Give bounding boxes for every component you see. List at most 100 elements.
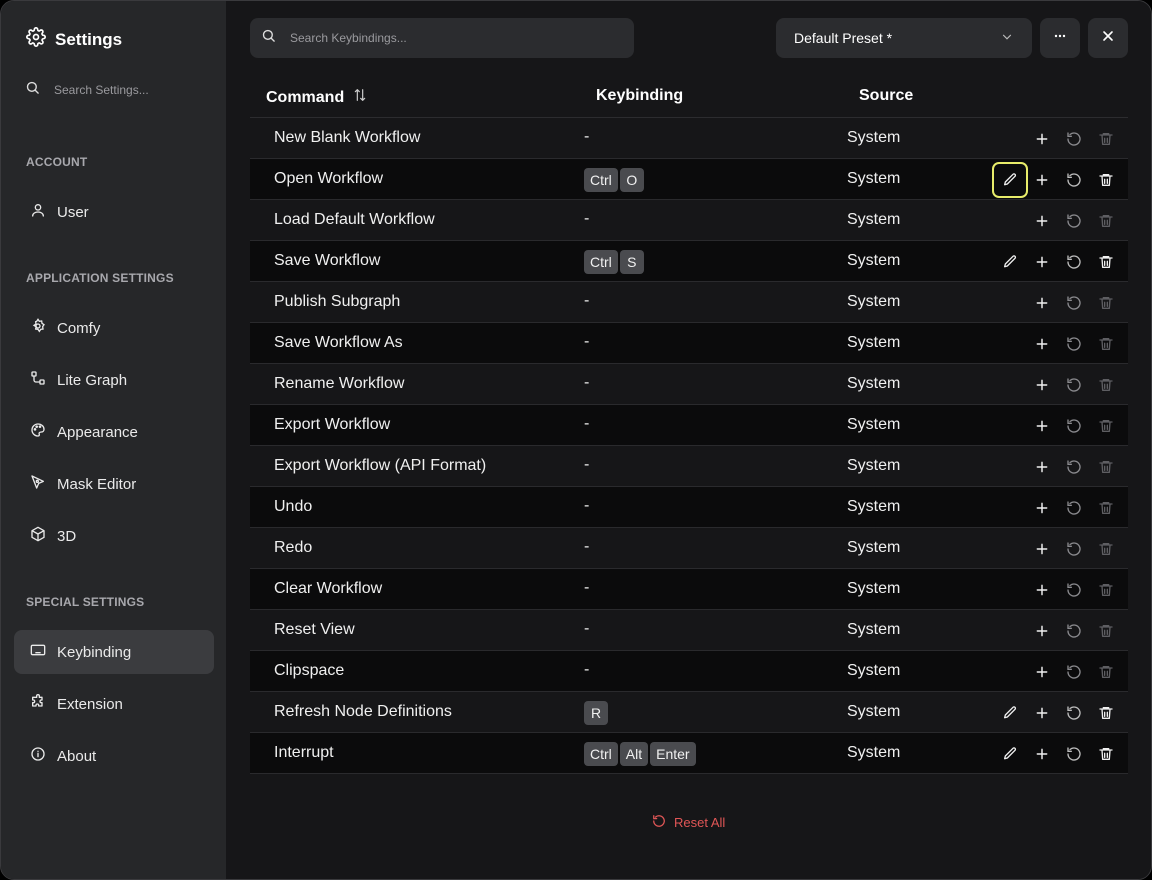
delete-keybinding-button[interactable] [1090,697,1122,729]
plus-icon [1034,500,1050,516]
reset-keybinding-button[interactable] [1058,123,1090,155]
table-row[interactable]: Export Workflow - System [250,405,1128,446]
table-row[interactable]: Rename Workflow - System [250,364,1128,405]
reset-keybinding-button[interactable] [1058,738,1090,770]
add-keybinding-button[interactable] [1026,451,1058,483]
table-row[interactable]: Redo - System [250,528,1128,569]
table-row[interactable]: Export Workflow (API Format) - System [250,446,1128,487]
source-cell: System [847,498,901,515]
table-row[interactable]: Clear Workflow - System [250,569,1128,610]
trash-icon [1098,377,1114,393]
delete-keybinding-button[interactable] [1090,246,1122,278]
reset-keybinding-button[interactable] [1058,287,1090,319]
reset-icon [1066,500,1082,516]
settings-search-input[interactable] [54,83,204,97]
reset-keybinding-button[interactable] [1058,656,1090,688]
add-keybinding-button[interactable] [1026,328,1058,360]
add-keybinding-button[interactable] [1026,205,1058,237]
reset-keybinding-button[interactable] [1058,492,1090,524]
plus-icon [1034,746,1050,762]
edit-keybinding-button[interactable] [994,738,1026,770]
sidebar-title: Settings [55,29,123,49]
table-row[interactable]: Refresh Node Definitions R System [250,692,1128,733]
settings-search[interactable] [25,80,210,100]
column-header-command[interactable]: Command [266,87,368,108]
sidebar-item-3d[interactable]: 3D [14,514,214,558]
close-button[interactable] [1088,18,1128,58]
reset-keybinding-button[interactable] [1058,369,1090,401]
column-header-source: Source [859,87,914,104]
plus-icon [1034,418,1050,434]
add-keybinding-button[interactable] [1026,369,1058,401]
table-row[interactable]: Load Default Workflow - System [250,200,1128,241]
add-keybinding-button[interactable] [1026,164,1058,196]
sort-icon[interactable] [352,87,368,108]
reset-keybinding-button[interactable] [1058,328,1090,360]
trash-icon [1098,418,1114,434]
reset-keybinding-button[interactable] [1058,205,1090,237]
add-keybinding-button[interactable] [1026,574,1058,606]
table-row[interactable]: Undo - System [250,487,1128,528]
keybinding-search-input[interactable] [290,31,610,45]
edit-keybinding-button[interactable] [992,162,1028,198]
reset-keybinding-button[interactable] [1058,533,1090,565]
reset-keybinding-button[interactable] [1058,164,1090,196]
add-keybinding-button[interactable] [1026,492,1058,524]
keybinding-search[interactable] [250,18,634,58]
table-row[interactable]: Save Workflow Ctrl S System [250,241,1128,282]
source-cell: System [847,170,901,187]
reset-keybinding-button[interactable] [1058,246,1090,278]
add-keybinding-button[interactable] [1026,246,1058,278]
edit-keybinding-button[interactable] [994,246,1026,278]
table-row[interactable]: Clipspace - System [250,651,1128,692]
source-cell: System [847,252,901,269]
add-keybinding-button[interactable] [1026,287,1058,319]
add-keybinding-button[interactable] [1026,615,1058,647]
reset-icon [1066,172,1082,188]
table-row[interactable]: New Blank Workflow - System [250,118,1128,159]
reset-keybinding-button[interactable] [1058,574,1090,606]
sidebar-item-lite-graph[interactable]: Lite Graph [14,358,214,402]
keybinding-cell: - [584,660,589,679]
table-row[interactable]: Reset View - System [250,610,1128,651]
reset-keybinding-button[interactable] [1058,615,1090,647]
row-actions [994,615,1124,647]
sidebar-item-extension[interactable]: Extension [14,682,214,726]
sidebar-item-mask-editor[interactable]: Mask Editor [14,462,214,506]
sidebar-item-appearance[interactable]: Appearance [14,410,214,454]
add-keybinding-button[interactable] [1026,656,1058,688]
search-icon [261,28,276,48]
preset-select[interactable]: Default Preset * [776,18,1032,58]
add-keybinding-button[interactable] [1026,123,1058,155]
table-row[interactable]: Open Workflow Ctrl O System [250,159,1128,200]
command-cell: Clipspace [274,662,345,679]
gear-icon [30,318,46,338]
table-row[interactable]: Interrupt Ctrl Alt Enter System [250,733,1128,774]
more-options-button[interactable] [1040,18,1080,58]
empty-keybinding: - [584,333,590,350]
add-keybinding-button[interactable] [1026,410,1058,442]
delete-keybinding-button[interactable] [1090,164,1122,196]
delete-keybinding-button[interactable] [1090,738,1122,770]
edit-keybinding-button[interactable] [994,697,1026,729]
sidebar: Settings ACCOUNT User APPLICATION SETTIN… [1,1,226,879]
reset-keybinding-button[interactable] [1058,410,1090,442]
reset-keybinding-button[interactable] [1058,697,1090,729]
sidebar-item-label: 3D [57,527,77,545]
sidebar-item-about[interactable]: About [14,734,214,778]
table-row[interactable]: Save Workflow As - System [250,323,1128,364]
delete-keybinding-button [1090,369,1122,401]
add-keybinding-button[interactable] [1026,533,1058,565]
sidebar-item-user[interactable]: User [14,190,214,234]
sidebar-item-comfy[interactable]: Comfy [14,306,214,350]
sidebar-item-keybinding[interactable]: Keybinding [14,630,214,674]
reset-all-button[interactable]: Reset All [652,814,725,831]
key-badge: O [619,168,644,192]
add-keybinding-button[interactable] [1026,697,1058,729]
delete-keybinding-button [1090,656,1122,688]
source-cell: System [847,293,901,310]
reset-keybinding-button[interactable] [1058,451,1090,483]
table-row[interactable]: Publish Subgraph - System [250,282,1128,323]
trash-icon [1098,254,1114,270]
add-keybinding-button[interactable] [1026,738,1058,770]
